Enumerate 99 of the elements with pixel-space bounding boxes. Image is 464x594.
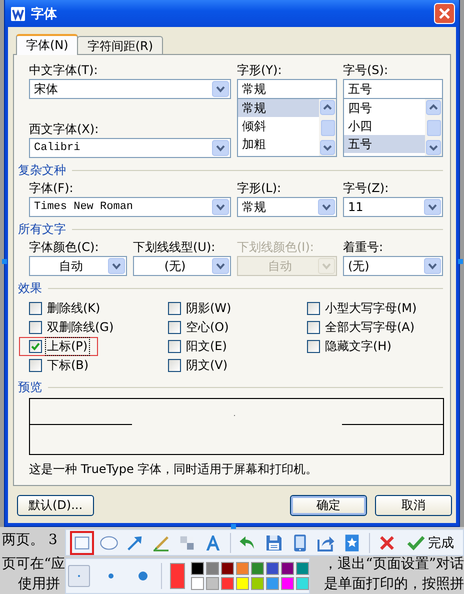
color-swatch[interactable]: [206, 562, 219, 575]
resize-handle[interactable]: [2, 259, 7, 264]
dialog-button[interactable]: 确定: [290, 495, 367, 516]
color-swatch[interactable]: [251, 577, 264, 590]
scroll-down-icon[interactable]: [320, 140, 335, 155]
checkbox-label: 全部大写字母(A): [324, 319, 416, 336]
checkbox[interactable]: [168, 359, 181, 372]
scroll-up-icon[interactable]: [320, 100, 335, 115]
document-text: 页可在“应: [2, 555, 66, 574]
document-text: 使用拼: [18, 575, 60, 594]
field-label: 字号(S):: [343, 63, 390, 77]
dialog-button[interactable]: 取消: [375, 495, 452, 516]
list-item[interactable]: 倾斜: [238, 117, 319, 135]
document-text: 两页。 3: [2, 531, 58, 550]
checkbox[interactable]: [168, 321, 181, 334]
scroll-up-icon[interactable]: [426, 100, 441, 115]
field-label: 字形(L):: [237, 181, 282, 195]
dropdown[interactable]: (无): [133, 256, 231, 276]
section-title: 所有文字: [18, 221, 66, 238]
dropdown[interactable]: 常规: [237, 197, 337, 217]
dialog-button[interactable]: 默认(D)...: [17, 495, 94, 516]
scroll-down-icon[interactable]: [426, 140, 441, 155]
checkbox[interactable]: [307, 321, 320, 334]
color-swatch[interactable]: [206, 577, 219, 590]
checkbox[interactable]: [29, 302, 42, 315]
document-text: ，退出“页面设置”对话: [324, 555, 464, 574]
checkbox[interactable]: [29, 340, 42, 353]
save-icon[interactable]: [264, 532, 284, 552]
dropdown[interactable]: Times New Roman: [29, 197, 231, 217]
color-swatch[interactable]: [236, 562, 249, 575]
info-text: 这是一种 TrueType 字体，同时适用于屏幕和打印机。: [29, 461, 319, 478]
color-swatch[interactable]: [296, 577, 309, 590]
section-title: 预览: [18, 379, 42, 396]
scrollbar[interactable]: [425, 99, 442, 156]
close-icon[interactable]: [434, 3, 455, 24]
checkbox-label: 阴文(V): [185, 357, 229, 374]
field-label: 下划线线型(U):: [133, 240, 216, 254]
list-item[interactable]: 四号: [344, 99, 425, 117]
field-label: 字形(Y):: [237, 63, 283, 77]
checkbox-label: 上标(P): [46, 338, 89, 355]
color-swatch[interactable]: [281, 562, 294, 575]
color-swatch[interactable]: [266, 562, 279, 575]
document-text: 是单面打印的，按照拼: [324, 575, 464, 594]
dropdown[interactable]: 自动: [29, 256, 127, 276]
checkbox-label: 空心(O): [185, 319, 230, 336]
color-swatch[interactable]: [221, 577, 234, 590]
list-item[interactable]: 常规: [238, 99, 319, 117]
checkbox[interactable]: [168, 302, 181, 315]
color-swatch[interactable]: [191, 577, 204, 590]
list-item[interactable]: 五号: [344, 135, 425, 153]
checkbox-label: 删除线(K): [46, 300, 102, 317]
field-label: 下划线颜色(I):: [237, 240, 315, 254]
scroll-thumb[interactable]: [320, 120, 334, 136]
text-field[interactable]: 五号: [343, 79, 443, 99]
color-swatch[interactable]: [296, 562, 309, 575]
field-label: 字号(Z):: [343, 181, 390, 195]
field-label: 中文字体(T):: [29, 63, 99, 77]
field-label: 字体颜色(C):: [29, 240, 100, 254]
checkbox-label: 下标(B): [46, 357, 90, 374]
tab[interactable]: 字符间距(R): [77, 36, 164, 54]
window-title: 字体: [31, 6, 58, 22]
dropdown[interactable]: (无): [343, 256, 443, 276]
color-swatch[interactable]: [221, 562, 234, 575]
done-button[interactable]: 完成: [402, 532, 455, 554]
section-title: 复杂文种: [18, 162, 66, 179]
resize-handle[interactable]: [458, 259, 463, 264]
color-swatch[interactable]: [266, 577, 279, 590]
checkbox[interactable]: [307, 302, 320, 315]
dropdown[interactable]: 11: [343, 197, 443, 217]
checkbox-label: 双删除线(G): [46, 319, 115, 336]
checkbox-label: 小型大写字母(M): [324, 300, 418, 317]
color-swatch[interactable]: [236, 577, 249, 590]
checkbox-label: 隐藏文字(H): [324, 338, 392, 355]
dropdown[interactable]: Calibri: [29, 138, 231, 158]
checkbox[interactable]: [307, 340, 320, 353]
dropdown[interactable]: 宋体: [29, 79, 231, 99]
color-swatch[interactable]: [251, 562, 264, 575]
field-label: 字体(F):: [29, 181, 74, 195]
resize-handle[interactable]: [231, 524, 236, 529]
checkbox[interactable]: [29, 359, 42, 372]
color-swatch[interactable]: [281, 577, 294, 590]
field-label: 着重号:: [343, 240, 384, 254]
app-logo-icon: [11, 6, 25, 20]
checkbox[interactable]: [168, 340, 181, 353]
field-label: 西文字体(X):: [29, 122, 100, 136]
tool-button[interactable]: [70, 530, 94, 554]
dot-size-icon[interactable]: [136, 569, 150, 583]
current-color-swatch[interactable]: [170, 563, 185, 589]
list-item[interactable]: 加粗: [238, 135, 319, 153]
scroll-thumb[interactable]: [426, 120, 440, 136]
checkbox-label: 阳文(E): [185, 338, 228, 355]
checkbox-label: 阴影(W): [185, 300, 232, 317]
section-title: 效果: [18, 280, 42, 297]
tab[interactable]: 字体(N): [16, 34, 78, 55]
checkbox[interactable]: [29, 321, 42, 334]
text-field[interactable]: 常规: [237, 79, 337, 99]
scrollbar[interactable]: [319, 99, 336, 156]
color-swatch[interactable]: [191, 562, 204, 575]
list-item[interactable]: 小四: [344, 117, 425, 135]
